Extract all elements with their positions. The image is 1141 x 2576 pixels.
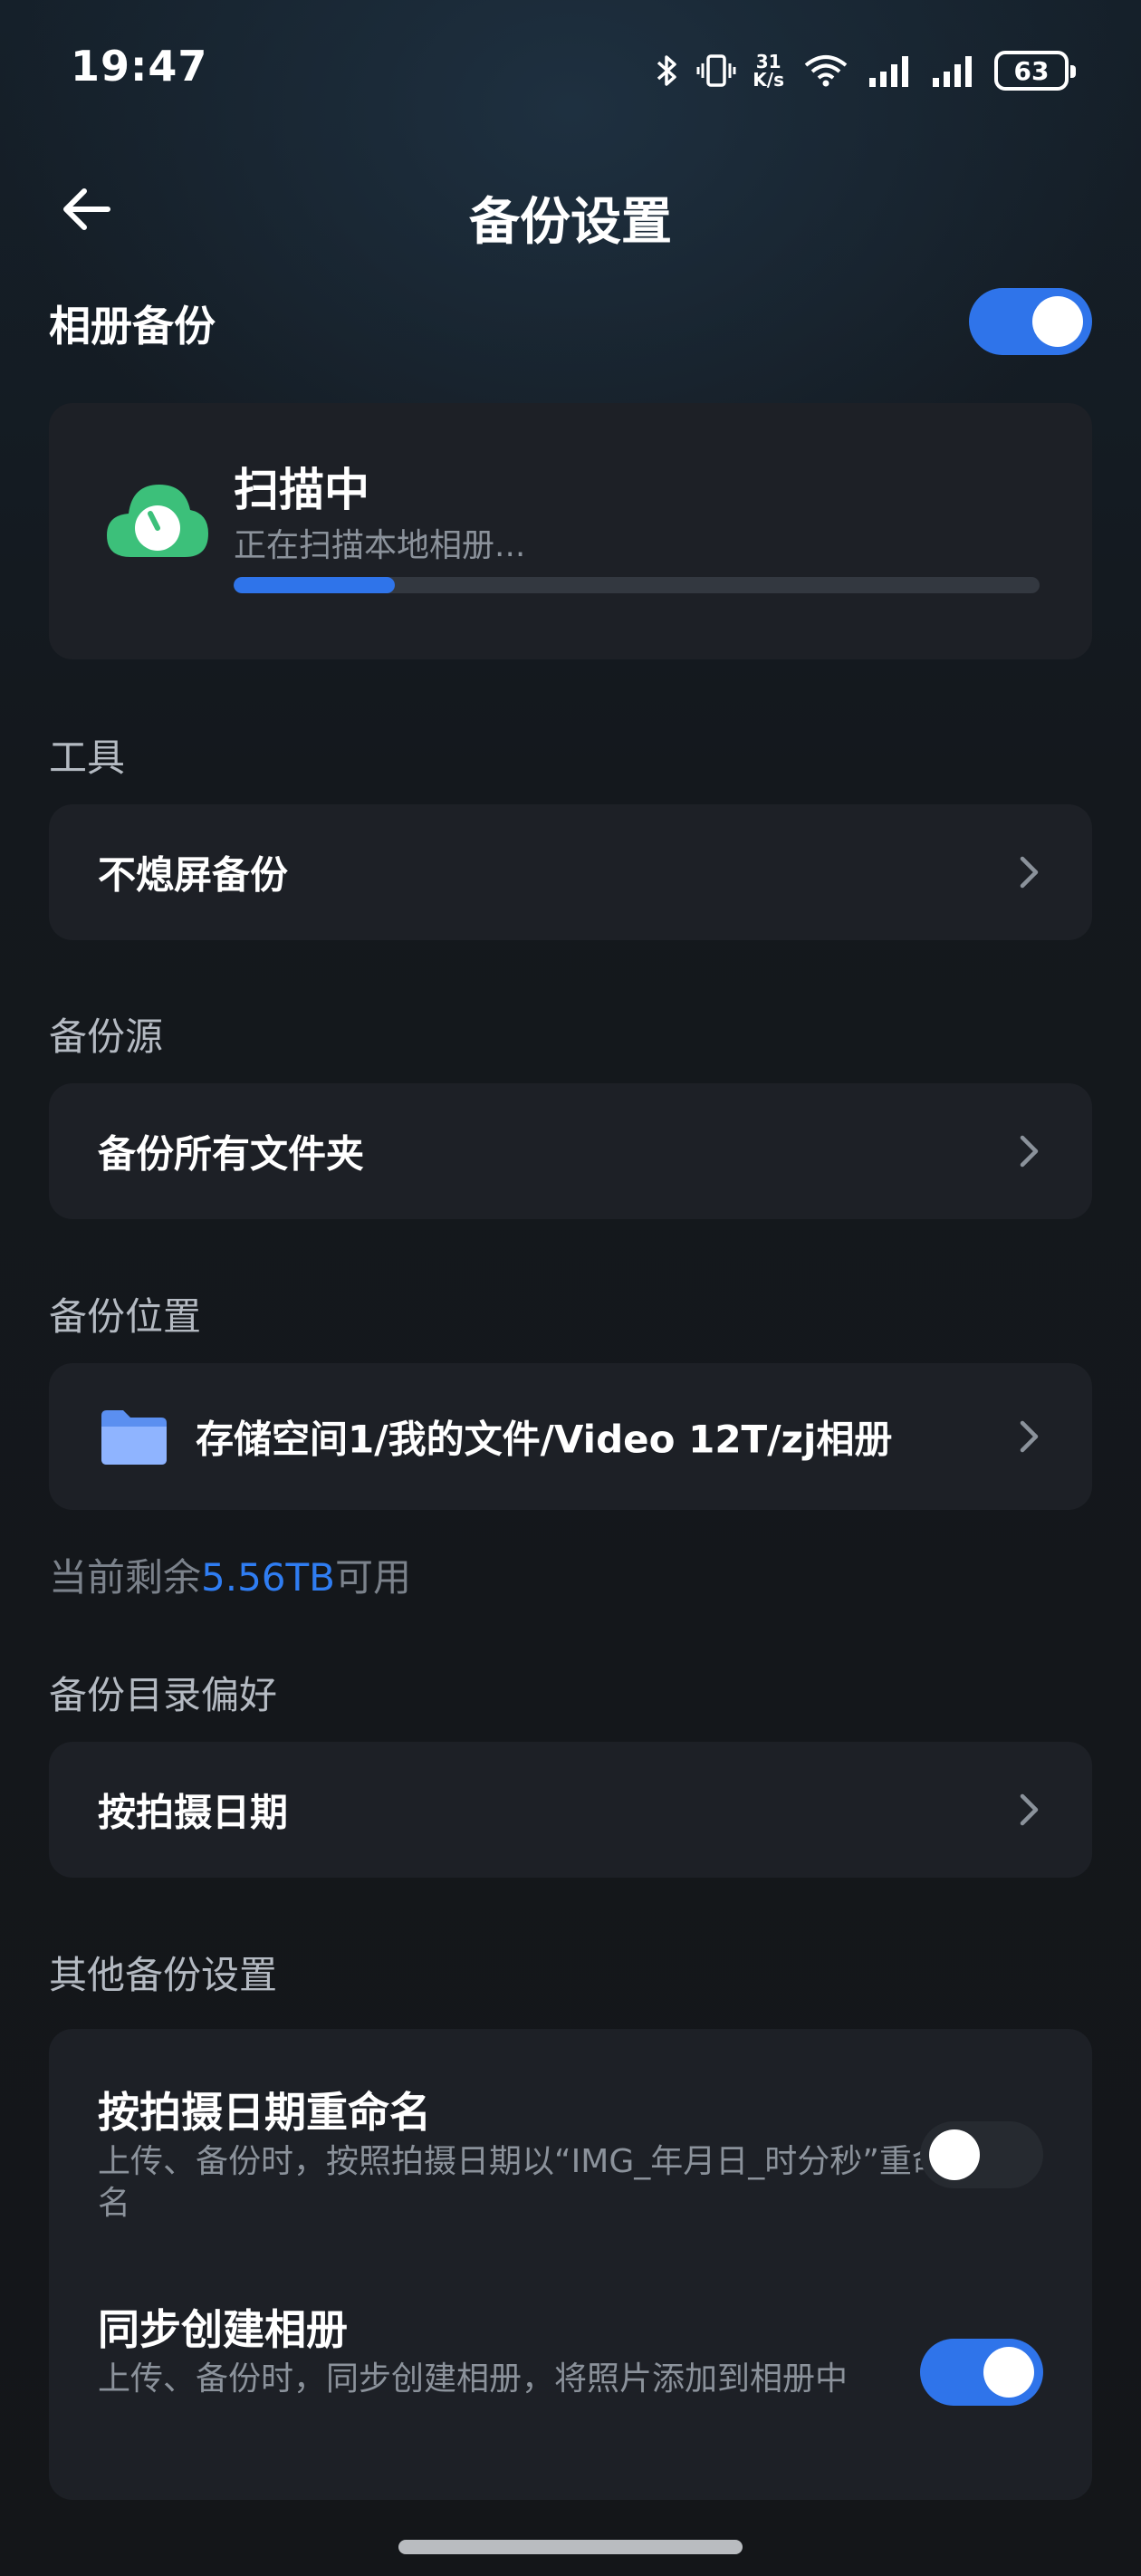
section-label-other: 其他备份设置 <box>49 1953 278 1997</box>
section-label-location: 备份位置 <box>49 1294 202 1339</box>
free-space-value: 5.56TB <box>201 1555 335 1600</box>
status-time: 19:47 <box>71 42 208 91</box>
scan-title: 扫描中 <box>234 464 369 516</box>
signal-icon <box>931 53 978 89</box>
free-space-info: 当前剩余5.56TB可用 <box>49 1555 412 1600</box>
album-backup-toggle[interactable] <box>969 288 1092 355</box>
chevron-right-icon <box>1020 856 1039 889</box>
keep-screen-on-label: 不熄屏备份 <box>98 852 289 898</box>
network-speed: 31 K/s <box>753 51 784 91</box>
folder-icon <box>101 1410 167 1465</box>
sync-create-album-toggle[interactable] <box>920 2339 1043 2406</box>
album-backup-row: 相册备份 <box>49 281 1092 362</box>
backup-source-item[interactable]: 备份所有文件夹 <box>49 1083 1092 1219</box>
bluetooth-icon <box>655 53 680 89</box>
rename-by-date-desc: 上传、备份时，按照拍摄日期以“IMG_年月日_时分秒”重命名 <box>98 2143 944 2222</box>
header: 备份设置 <box>0 154 1141 263</box>
page-title: 备份设置 <box>469 193 672 252</box>
scan-progress-bar <box>234 577 1040 593</box>
backup-source-value: 备份所有文件夹 <box>98 1131 365 1177</box>
wifi-icon <box>801 53 851 89</box>
scan-subtitle: 正在扫描本地相册... <box>234 527 526 564</box>
battery-indicator: 63 <box>994 51 1076 91</box>
section-label-source: 备份源 <box>49 1014 164 1059</box>
signal-icon <box>868 53 915 89</box>
keep-screen-on-backup-item[interactable]: 不熄屏备份 <box>49 804 1092 940</box>
vibrate-icon <box>696 53 736 89</box>
backup-location-path: 存储空间1/我的文件/Video 12T/zj相册 <box>196 1417 893 1462</box>
sync-create-album-desc: 上传、备份时，同步创建相册，将照片添加到相册中 <box>98 2360 849 2398</box>
section-label-dir-pref: 备份目录偏好 <box>49 1673 278 1717</box>
other-settings-card: 按拍摄日期重命名 上传、备份时，按照拍摄日期以“IMG_年月日_时分秒”重命名 … <box>49 2029 1092 2500</box>
home-indicator[interactable] <box>398 2540 743 2554</box>
chevron-right-icon <box>1020 1135 1039 1168</box>
dir-preference-item[interactable]: 按拍摄日期 <box>49 1742 1092 1878</box>
status-icons: 31 K/s 63 <box>655 45 1076 96</box>
cloud-icon <box>107 485 208 557</box>
scan-status-card: 扫描中 正在扫描本地相册... <box>49 403 1092 659</box>
scan-progress-fill <box>234 577 395 593</box>
section-label-tools: 工具 <box>49 735 126 780</box>
rename-by-date-title: 按拍摄日期重命名 <box>98 2088 431 2137</box>
backup-location-item[interactable]: 存储空间1/我的文件/Video 12T/zj相册 <box>49 1363 1092 1510</box>
sync-create-album-title: 同步创建相册 <box>98 2305 348 2354</box>
dir-preference-value: 按拍摄日期 <box>98 1790 289 1835</box>
album-backup-label: 相册备份 <box>49 302 216 351</box>
rename-by-date-toggle[interactable] <box>920 2121 1043 2188</box>
status-bar: 19:47 31 K/s 63 <box>0 0 1141 136</box>
chevron-right-icon <box>1020 1793 1039 1826</box>
chevron-right-icon <box>1020 1420 1039 1453</box>
